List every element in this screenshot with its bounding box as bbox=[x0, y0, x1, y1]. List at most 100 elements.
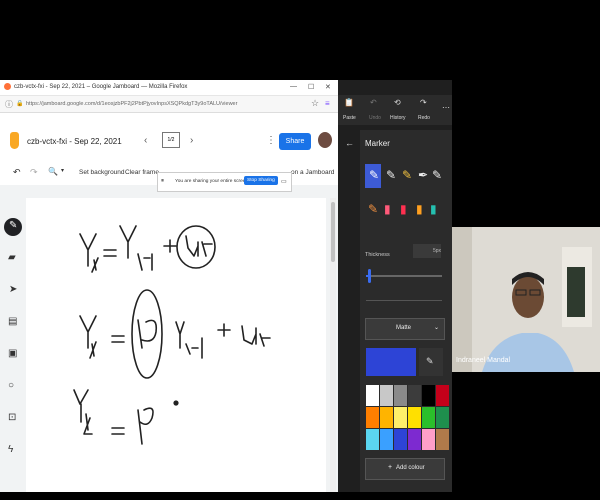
color-swatch[interactable] bbox=[422, 385, 435, 406]
color-swatch[interactable] bbox=[436, 429, 449, 450]
color-swatch[interactable] bbox=[422, 407, 435, 428]
handwriting-drawing bbox=[73, 225, 271, 445]
pause-icon[interactable]: ⏸ bbox=[161, 178, 164, 185]
color-swatch[interactable] bbox=[436, 407, 449, 428]
eyedropper-button[interactable]: ✎ bbox=[419, 348, 443, 376]
thickness-value-text: 5px bbox=[432, 248, 441, 254]
url-bar[interactable]: ⓘ 🔒 https://jamboard.google.com/d/1eosjz… bbox=[0, 96, 338, 113]
undo-label[interactable]: Undo bbox=[369, 115, 381, 121]
chevron-down-icon: ⌄ bbox=[434, 325, 440, 331]
select-icon[interactable]: ➤ bbox=[9, 284, 17, 295]
screen-sharing-banner: ⏸ You are sharing your entire screen. St… bbox=[157, 172, 292, 192]
avatar[interactable] bbox=[318, 132, 332, 148]
fine-pen-icon[interactable]: ✎ bbox=[432, 168, 442, 182]
pen-icon: ✎ bbox=[369, 168, 380, 182]
redo-tool-icon[interactable]: ↷ bbox=[420, 98, 427, 107]
eyedropper-icon: ✎ bbox=[426, 356, 434, 366]
paste-icon[interactable]: 📋 bbox=[344, 98, 354, 107]
next-frame-icon[interactable]: › bbox=[190, 135, 193, 146]
color-swatch[interactable] bbox=[408, 429, 421, 450]
minimize-icon[interactable]: — bbox=[290, 83, 297, 90]
frame-indicator[interactable]: 1/2 bbox=[162, 132, 180, 148]
pencil-icon[interactable]: ✎ bbox=[386, 168, 396, 182]
redo-label[interactable]: Redo bbox=[418, 115, 430, 121]
open-on-jamboard-link[interactable]: on a Jamboard bbox=[291, 169, 334, 176]
color-swatch[interactable] bbox=[380, 429, 393, 450]
fountain-pen-icon[interactable]: ✒ bbox=[418, 168, 428, 182]
pen-tool-icon[interactable]: ✎ bbox=[4, 218, 22, 236]
firefox-icon bbox=[4, 83, 11, 90]
add-colour-button[interactable]: + Add colour bbox=[365, 458, 445, 480]
color-swatch[interactable] bbox=[436, 385, 449, 406]
color-swatch[interactable] bbox=[422, 429, 435, 450]
add-colour-label: Add colour bbox=[396, 465, 425, 471]
window-title: czb-vctx-fxi - Sep 22, 2021 – Google Jam… bbox=[14, 84, 188, 90]
image-icon[interactable]: ▣ bbox=[8, 348, 17, 359]
color-swatch[interactable] bbox=[408, 407, 421, 428]
info-icon[interactable]: ⓘ bbox=[5, 99, 13, 110]
url-text[interactable]: https://jamboard.google.com/d/1eosjzbPF2… bbox=[26, 101, 237, 107]
color-swatch[interactable] bbox=[366, 385, 379, 406]
prev-frame-icon[interactable]: ‹ bbox=[144, 135, 147, 146]
whiteboard-toolbar: 📋 Paste ↶ Undo ⟲ History ↷ Redo ⋯ bbox=[338, 95, 452, 125]
clear-frame-button[interactable]: Clear frame bbox=[125, 169, 159, 176]
share-button[interactable]: Share bbox=[279, 133, 311, 150]
lock-icon: 🔒 bbox=[16, 101, 24, 107]
hide-banner-icon[interactable]: ▭ bbox=[281, 178, 287, 185]
more-options-icon[interactable]: ⋮ bbox=[266, 135, 276, 146]
color-swatch[interactable] bbox=[394, 407, 407, 428]
jam-title[interactable]: czb-vctx-fxi - Sep 22, 2021 bbox=[27, 137, 122, 146]
set-background-button[interactable]: Set background bbox=[79, 169, 125, 176]
thickness-slider[interactable] bbox=[366, 275, 442, 277]
redo-icon[interactable]: ↷ bbox=[30, 167, 38, 178]
jamboard-logo bbox=[10, 132, 19, 149]
close-icon[interactable]: ✕ bbox=[325, 83, 331, 91]
style-select-value: Matte bbox=[396, 325, 412, 331]
browser-title-bar: czb-vctx-fxi - Sep 22, 2021 – Google Jam… bbox=[0, 80, 338, 96]
plus-icon: + bbox=[388, 464, 393, 471]
zoom-dropdown-icon[interactable]: ▾ bbox=[61, 167, 64, 174]
more-icon[interactable]: ⋯ bbox=[442, 103, 450, 112]
undo-tool-icon[interactable]: ↶ bbox=[370, 98, 377, 107]
color-swatch[interactable] bbox=[394, 429, 407, 450]
color-swatch[interactable] bbox=[366, 429, 379, 450]
highlighter-teal-icon[interactable]: ▮ bbox=[430, 202, 437, 216]
paste-label[interactable]: Paste bbox=[343, 115, 356, 121]
current-color-preview[interactable] bbox=[366, 348, 416, 376]
laser-icon[interactable]: ϟ bbox=[8, 444, 13, 455]
vertical-scrollbar[interactable] bbox=[330, 198, 336, 492]
participant-video bbox=[452, 227, 600, 372]
style-select[interactable]: Matte ⌄ bbox=[365, 318, 445, 340]
whiteboard-canvas[interactable] bbox=[26, 198, 326, 492]
stop-sharing-button[interactable]: Stop Sharing bbox=[244, 176, 278, 185]
menu-icon[interactable]: ≡ bbox=[325, 99, 330, 108]
history-icon[interactable]: ⟲ bbox=[394, 98, 401, 107]
circle-icon[interactable]: ○ bbox=[8, 380, 14, 391]
highlighter-pink-icon[interactable]: ▮ bbox=[384, 202, 391, 216]
share-label: Share bbox=[285, 138, 305, 145]
divider bbox=[366, 300, 442, 301]
color-swatch[interactable] bbox=[380, 385, 393, 406]
undo-icon[interactable]: ↶ bbox=[13, 167, 21, 178]
highlighter-orange-icon[interactable]: ▮ bbox=[416, 202, 423, 216]
highlighter-red-icon[interactable]: ▮ bbox=[400, 202, 407, 216]
history-label[interactable]: History bbox=[390, 115, 406, 121]
maximize-icon[interactable]: ☐ bbox=[308, 83, 314, 91]
crayon-icon[interactable]: ✎ bbox=[368, 202, 378, 216]
thickness-value[interactable]: 5px bbox=[413, 244, 441, 258]
eraser-icon[interactable]: ▰ bbox=[8, 252, 16, 263]
color-swatch[interactable] bbox=[394, 385, 407, 406]
browser-window: czb-vctx-fxi - Sep 22, 2021 – Google Jam… bbox=[0, 80, 338, 492]
brush-icon[interactable]: ✎ bbox=[402, 168, 412, 182]
color-swatch[interactable] bbox=[366, 407, 379, 428]
zoom-icon[interactable]: 🔍 bbox=[48, 167, 58, 176]
sticky-note-icon[interactable]: ▤ bbox=[8, 316, 17, 327]
star-icon[interactable]: ☆ bbox=[311, 98, 319, 109]
thickness-slider-thumb[interactable] bbox=[368, 269, 371, 283]
scrollbar-thumb[interactable] bbox=[331, 202, 335, 262]
thickness-label: Thickness bbox=[365, 252, 390, 258]
text-box-icon[interactable]: ⊡ bbox=[8, 412, 16, 423]
color-swatch[interactable] bbox=[408, 385, 421, 406]
color-swatch[interactable] bbox=[380, 407, 393, 428]
back-icon[interactable]: ← bbox=[345, 138, 354, 148]
